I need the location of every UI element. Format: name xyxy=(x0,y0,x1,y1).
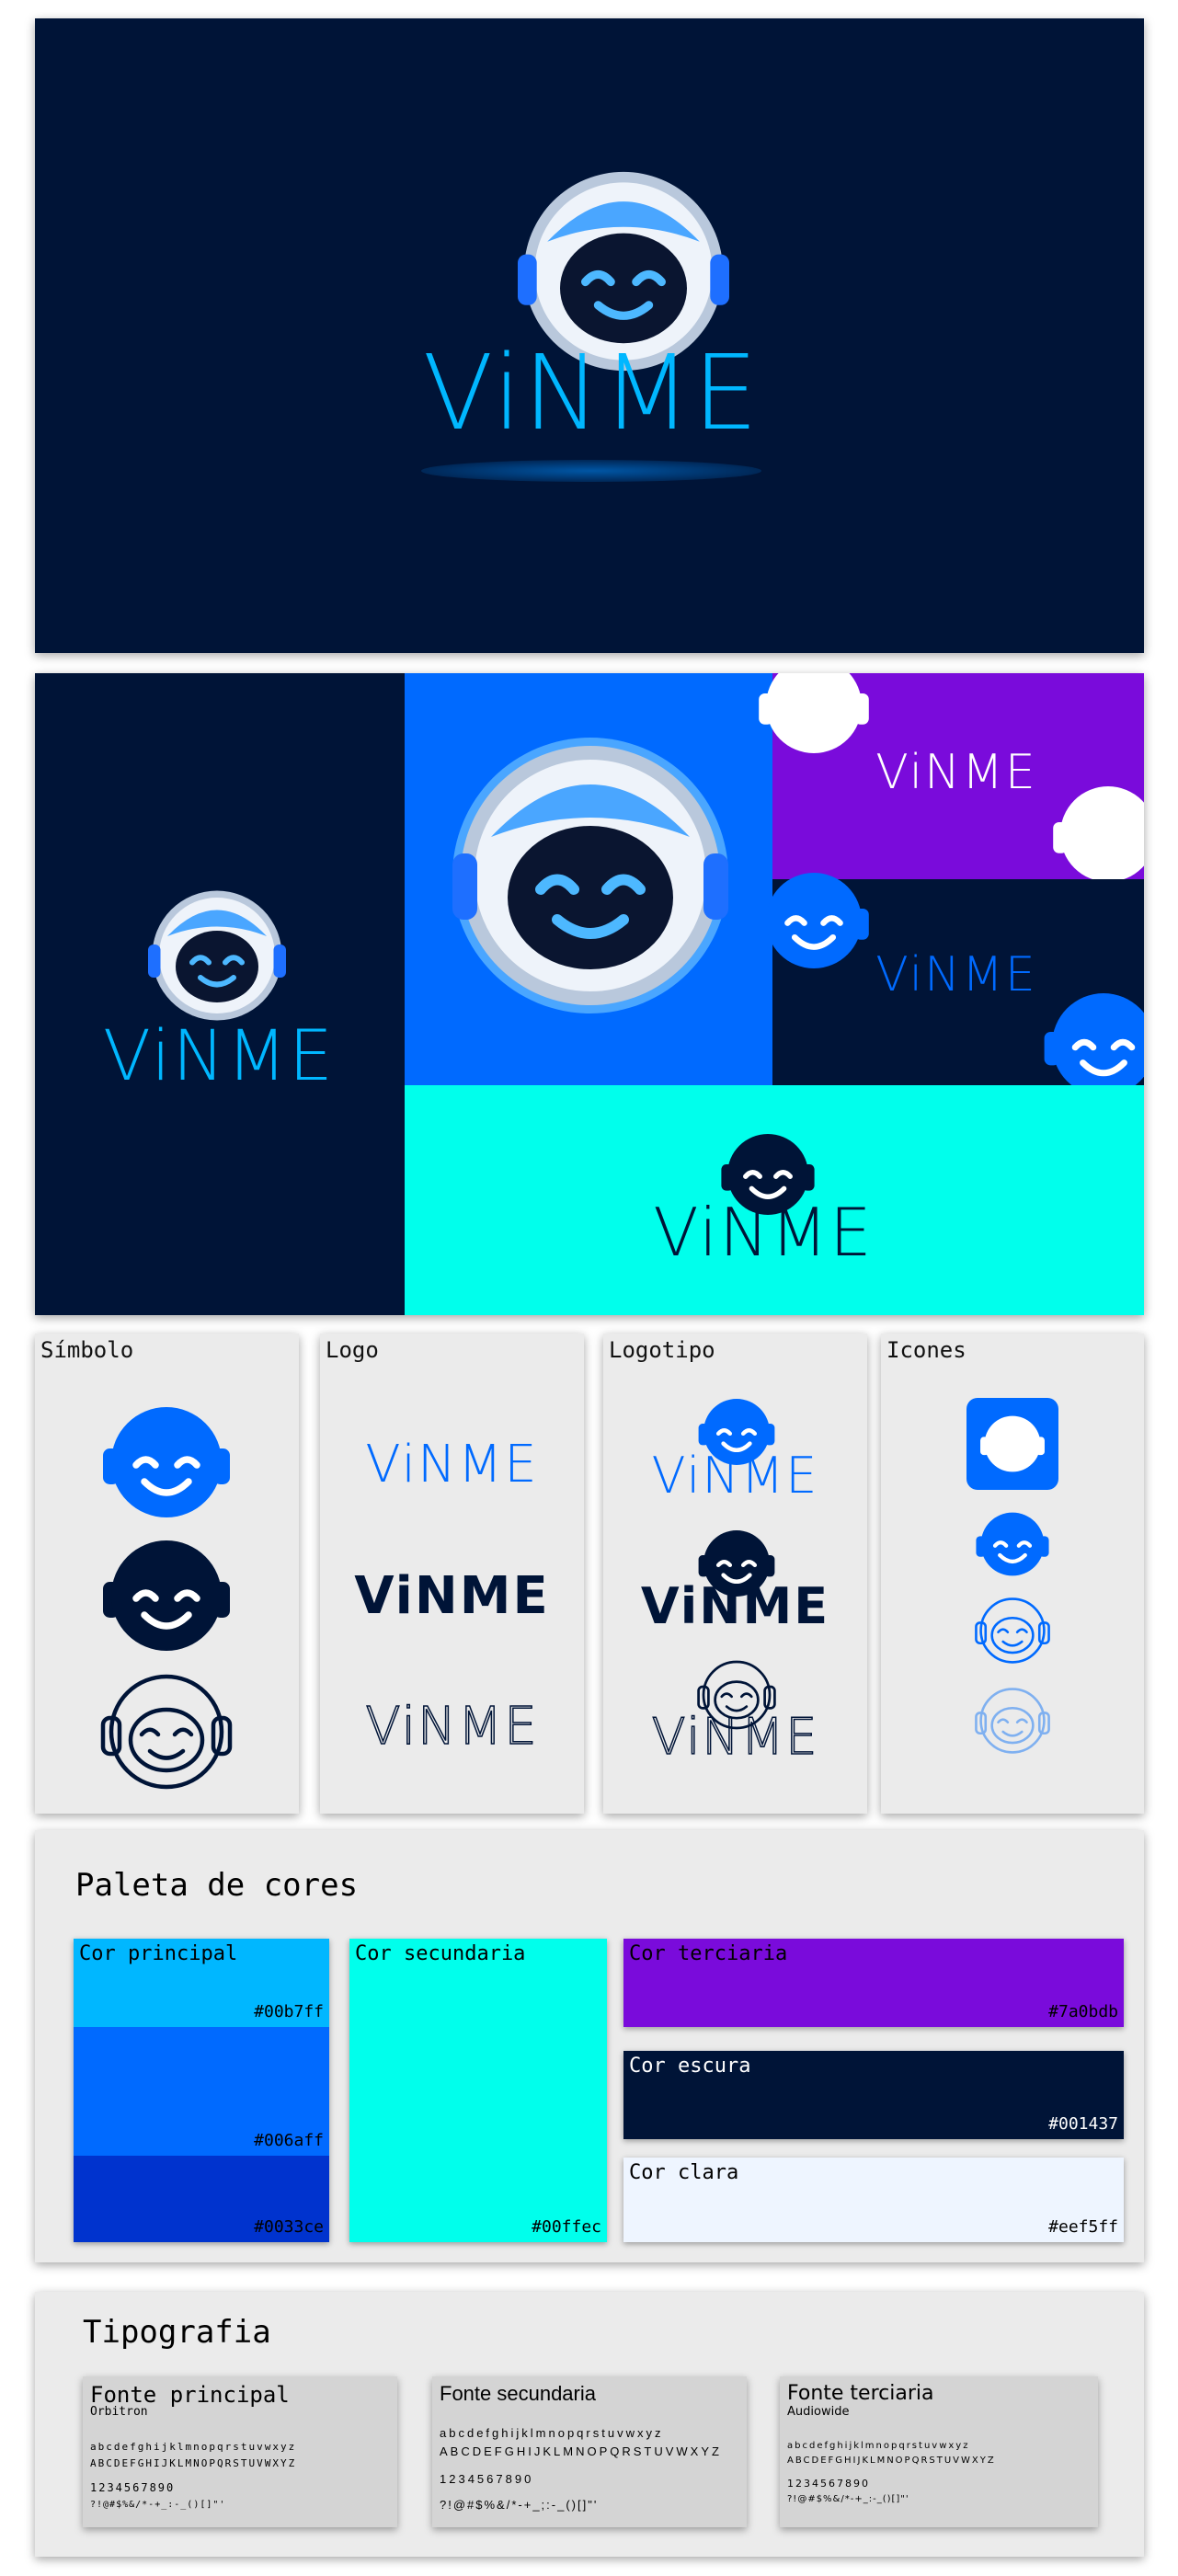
palette-panel: Paleta de cores Cor principal #00b7ff #0… xyxy=(35,1830,1144,2262)
robot-face-icon xyxy=(978,1414,1046,1474)
swatch-secundaria: Cor secundaria #00ffec xyxy=(349,1939,607,2242)
font-card-terciaria: Fonte terciaria Audiowide abcdefghijklmn… xyxy=(780,2376,1098,2527)
hero-panel: ViNME xyxy=(35,18,1144,653)
robot-face-outline-blue-icon xyxy=(975,1597,1050,1664)
brand-wordmark: ViNME xyxy=(103,1014,335,1096)
swatch-title: Cor terciaria xyxy=(629,1942,788,1965)
swatch-hex: #7a0bdb xyxy=(1048,2002,1118,2021)
font-symbols: ?!@#$%&/*-+_:-_()[]"' xyxy=(90,2500,226,2510)
brand-wordmark: ViNME xyxy=(422,334,761,453)
swatch-hex: #00b7ff xyxy=(254,2002,324,2021)
robot-face-outline-icon xyxy=(97,1663,235,1801)
font-card-principal: Fonte principal Orbitron abcdefghijklmno… xyxy=(83,2376,397,2527)
swatch-title: Cor principal xyxy=(79,1942,238,1965)
section-title-icones: Icones xyxy=(886,1337,966,1363)
swatch-principal: Cor principal #00b7ff #006aff #0033ce xyxy=(74,1939,329,2242)
logotipo-card: Logotipo ViNME ViNME ViNME xyxy=(603,1334,867,1814)
robot-mascot-icon xyxy=(452,738,728,1013)
swatch-hex: #001437 xyxy=(1048,2114,1118,2134)
mockup-purple: ViNME xyxy=(772,673,1144,879)
font-title: Fonte secundaria xyxy=(440,2382,596,2405)
swatch-clara: Cor clara #eef5ff xyxy=(623,2158,1124,2242)
font-digits: 1234567890 xyxy=(787,2478,870,2490)
brand-wordmark: ViNME xyxy=(875,745,1037,800)
logotipo-wordmark-blue: ViNME xyxy=(651,1447,819,1505)
logo-wordmark-navy: ViNME xyxy=(354,1566,550,1626)
swatch-escura: Cor escura #001437 xyxy=(623,2051,1124,2139)
swatch-hex: #00ffec xyxy=(532,2217,601,2237)
logo-card: Logo ViNME ViNME ViNME xyxy=(320,1334,584,1814)
brand-wordmark: ViNME xyxy=(875,947,1037,1002)
typography-title: Tipografia xyxy=(83,2314,271,2351)
section-title-logotipo: Logotipo xyxy=(609,1337,715,1363)
robot-face-blue-icon xyxy=(97,1393,235,1531)
section-title-simbolo: Símbolo xyxy=(40,1337,134,1363)
swatch-hex: #0033ce xyxy=(254,2217,324,2237)
swatch-title: Cor escura xyxy=(629,2055,751,2078)
swatch-title: Cor clara xyxy=(629,2161,739,2184)
swatch-hex: #eef5ff xyxy=(1048,2217,1118,2237)
swatch-principal-mid: #006aff xyxy=(74,2027,329,2156)
brand-mockup-panel: ViNME ViNME ViNME ViNME xyxy=(35,673,1144,1315)
font-name: Audiowide xyxy=(787,2405,850,2419)
simbolo-card: Símbolo xyxy=(35,1334,299,1814)
font-uppercase: ABCDEFGHIJKLMNOPQRSTUVWXYZ xyxy=(787,2456,996,2466)
robot-face-icon xyxy=(1048,774,1144,894)
robot-face-outline-light-icon xyxy=(975,1688,1050,1754)
section-title-logo: Logo xyxy=(326,1337,379,1363)
font-symbols: ?!@#$%&/*-+_;:-_()[]"' xyxy=(440,2498,599,2512)
swatch-principal-light: Cor principal #00b7ff xyxy=(74,1939,329,2027)
font-uppercase: ABCDEFGHIJKLMNOPQRSTUVWXYZ xyxy=(440,2444,722,2458)
swatch-title: Cor secundaria xyxy=(355,1942,526,1965)
logo-wordmark-outline: ViNME xyxy=(365,1697,539,1757)
app-icon-square xyxy=(966,1398,1058,1490)
brand-wordmark: ViNME xyxy=(653,1194,874,1271)
font-card-secundaria: Fonte secundaria abcdefghijklmnopqrstuvw… xyxy=(432,2376,747,2527)
mockup-blue xyxy=(405,673,772,1085)
mockup-navy: ViNME xyxy=(35,673,405,1315)
palette-title: Paleta de cores xyxy=(75,1867,359,1904)
logotipo-wordmark-outline: ViNME xyxy=(651,1708,819,1766)
font-title: Fonte terciaria xyxy=(787,2382,934,2405)
logotipo-wordmark-navy: ViNME xyxy=(640,1577,830,1635)
font-lowercase: abcdefghijklmnopqrstuvwxyz xyxy=(90,2441,297,2453)
font-digits: 1234567890 xyxy=(90,2481,176,2494)
font-uppercase: ABCDEFGHIJKLMNOPQRSTUVWXYZ xyxy=(90,2457,297,2469)
robot-mascot-icon xyxy=(148,887,286,1025)
swatch-principal-dark: #0033ce xyxy=(74,2156,329,2242)
mockup-cyan: ViNME xyxy=(405,1085,1144,1315)
swatch-hex: #006aff xyxy=(254,2131,324,2150)
font-symbols: ?!@#$%&/*-+_:-_()[]"' xyxy=(787,2494,909,2504)
icones-card: Icones xyxy=(881,1334,1144,1814)
logo-wordmark-blue: ViNME xyxy=(365,1435,539,1494)
robot-face-navy-icon xyxy=(97,1527,235,1665)
font-lowercase: abcdefghijklmnopqrstuvwxyz xyxy=(440,2426,664,2440)
font-digits: 1234567890 xyxy=(440,2472,534,2486)
mockup-dark: ViNME xyxy=(772,879,1144,1085)
robot-face-blue-icon xyxy=(973,1505,1052,1584)
font-lowercase: abcdefghijklmnopqrstuvwxyz xyxy=(787,2441,970,2451)
font-name: Orbitron xyxy=(90,2405,148,2419)
glow xyxy=(421,460,761,482)
font-title: Fonte principal xyxy=(90,2382,290,2408)
typography-panel: Tipografia Fonte principal Orbitron abcd… xyxy=(35,2292,1144,2557)
swatch-terciaria: Cor terciaria #7a0bdb xyxy=(623,1939,1124,2027)
